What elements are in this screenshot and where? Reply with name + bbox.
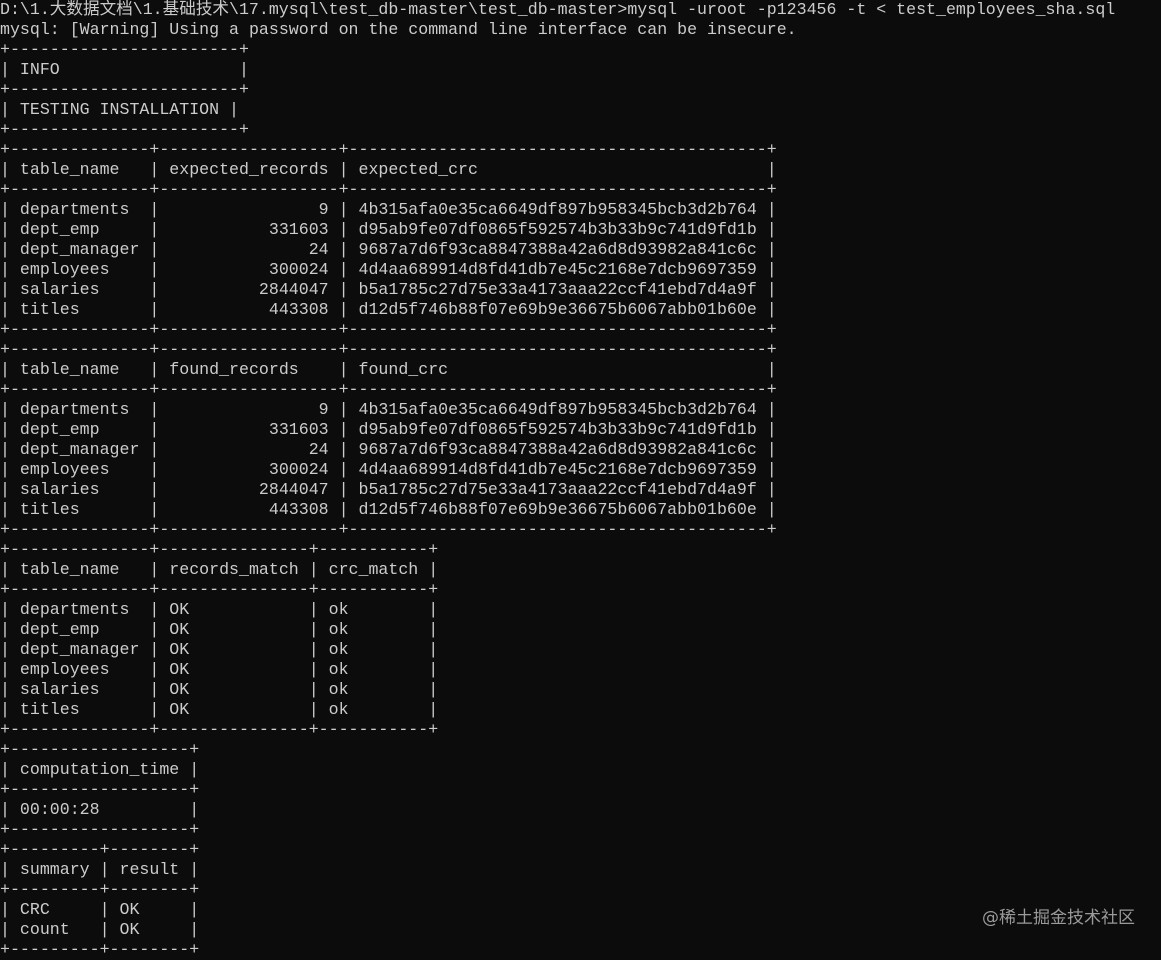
match-table-row: | dept_emp | OK | ok | [0,620,439,639]
found-table-border: +--------------+------------------+-----… [0,380,777,399]
found-table-row: | departments | 9 | 4b315afa0e35ca6649df… [0,400,777,419]
summary-table-border: +---------+--------+ [0,880,200,899]
found-table-row: | salaries | 2844047 | b5a1785c27d75e33a… [0,480,777,499]
time-table-border: +------------------+ [0,740,200,759]
time-table-border: +------------------+ [0,780,200,799]
match-table-row: | departments | OK | ok | [0,600,439,619]
found-table-border: +--------------+------------------+-----… [0,340,777,359]
time-table-border: +------------------+ [0,820,200,839]
warning-line: mysql: [Warning] Using a password on the… [0,20,797,39]
summary-table-header: | summary | result | [0,860,200,879]
expected-table-row: | departments | 9 | 4b315afa0e35ca6649df… [0,200,777,219]
match-table-row: | salaries | OK | ok | [0,680,439,699]
summary-table-border: +---------+--------+ [0,940,200,959]
terminal-window[interactable]: D:\1.大数据文档\1.基础技术\17.mysql\test_db-maste… [0,0,1161,959]
match-table-header: | table_name | records_match | crc_match… [0,560,439,579]
summary-table-border: +---------+--------+ [0,840,200,859]
match-table-border: +--------------+---------------+--------… [0,720,439,739]
found-table-border: +--------------+------------------+-----… [0,520,777,539]
match-table-row: | titles | OK | ok | [0,700,439,719]
expected-table-header: | table_name | expected_records | expect… [0,160,777,179]
info-table-border: +-----------------------+ [0,120,249,139]
match-table-border: +--------------+---------------+--------… [0,580,439,599]
info-table-border: +-----------------------+ [0,40,249,59]
time-table-header: | computation_time | [0,760,200,779]
watermark: @稀土掘金技术社区 [982,908,1135,928]
expected-table-border: +--------------+------------------+-----… [0,180,777,199]
found-table-header: | table_name | found_records | found_crc… [0,360,777,379]
expected-table-row: | employees | 300024 | 4d4aa689914d8fd41… [0,260,777,279]
info-table-border: +-----------------------+ [0,80,249,99]
found-table-row: | titles | 443308 | d12d5f746b88f07e69b9… [0,500,777,519]
info-table-row: | TESTING INSTALLATION | [0,100,239,119]
found-table-row: | employees | 300024 | 4d4aa689914d8fd41… [0,460,777,479]
expected-table-row: | titles | 443308 | d12d5f746b88f07e69b9… [0,300,777,319]
found-table-row: | dept_manager | 24 | 9687a7d6f93ca88473… [0,440,777,459]
expected-table-row: | dept_manager | 24 | 9687a7d6f93ca88473… [0,240,777,259]
match-table-border: +--------------+---------------+--------… [0,540,439,559]
match-table-row: | dept_manager | OK | ok | [0,640,439,659]
command-line: D:\1.大数据文档\1.基础技术\17.mysql\test_db-maste… [0,0,1116,19]
found-table-row: | dept_emp | 331603 | d95ab9fe07df0865f5… [0,420,777,439]
expected-table-border: +--------------+------------------+-----… [0,140,777,159]
time-table-row: | 00:00:28 | [0,800,200,819]
expected-table-border: +--------------+------------------+-----… [0,320,777,339]
match-table-row: | employees | OK | ok | [0,660,439,679]
expected-table-row: | dept_emp | 331603 | d95ab9fe07df0865f5… [0,220,777,239]
info-table-header: | INFO | [0,60,249,79]
expected-table-row: | salaries | 2844047 | b5a1785c27d75e33a… [0,280,777,299]
